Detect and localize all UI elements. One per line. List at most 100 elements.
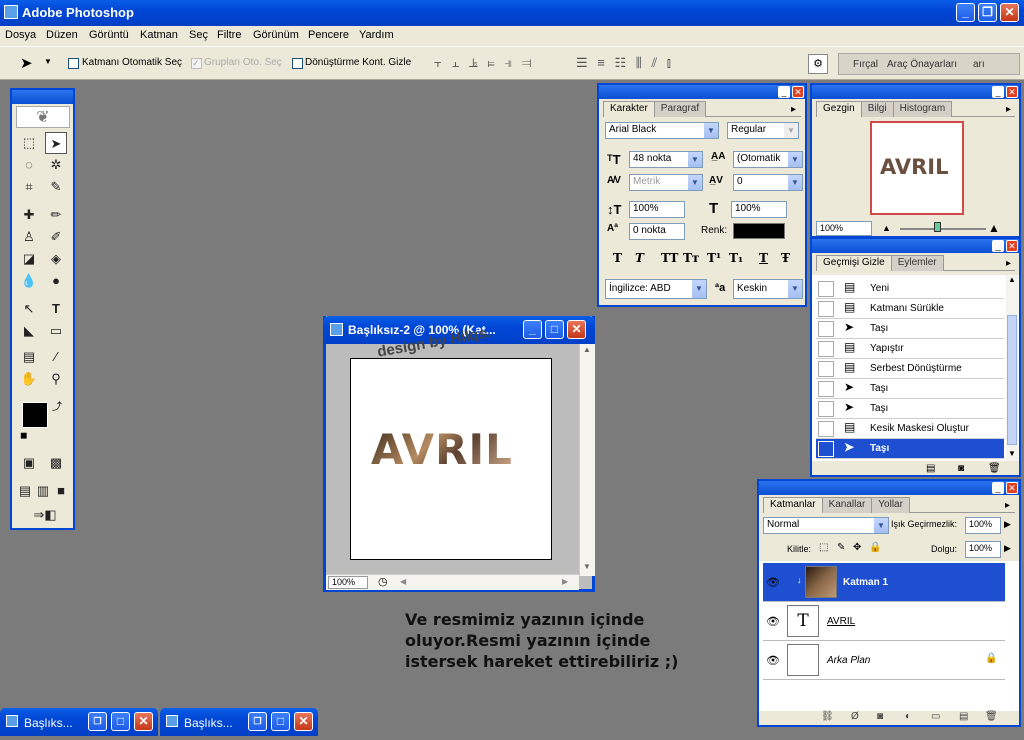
new-document-from-state-icon[interactable]: ▤ [926, 463, 935, 474]
auto-select-checkbox[interactable] [68, 58, 79, 69]
small-caps-button[interactable]: Tт [683, 251, 699, 265]
faux-bold-button[interactable]: T [613, 251, 622, 265]
doc-maximize-button[interactable]: □ [545, 320, 564, 339]
zoom-slider-thumb[interactable] [934, 222, 941, 232]
clone-stamp-icon[interactable]: ♙ [18, 226, 40, 248]
new-group-icon[interactable]: ▭ [931, 711, 940, 722]
strikethrough-button[interactable]: Ŧ [781, 251, 790, 265]
layer-row[interactable]: 👁 T AVRIL [763, 602, 1005, 641]
text-color-swatch[interactable] [733, 223, 785, 239]
lock-pixels-icon[interactable]: ✎ [837, 542, 845, 553]
foreground-color-swatch[interactable] [22, 402, 48, 428]
adjustment-layer-icon[interactable]: ◐ [905, 711, 911, 722]
blend-mode-select[interactable]: Normal ▼ [763, 517, 889, 534]
kerning-select[interactable]: Metrik ▼ [629, 174, 703, 191]
well-tab-other[interactable]: arı [973, 59, 985, 70]
doc-zoom-field[interactable]: 100% [328, 576, 368, 589]
tab-katmanlar[interactable]: Katmanlar [763, 497, 823, 513]
restore-button[interactable]: ❐ [978, 3, 997, 22]
menu-goruntu[interactable]: Görüntü [89, 29, 129, 41]
vertical-scrollbar[interactable]: ▲ ▼ [579, 344, 595, 576]
all-caps-button[interactable]: TT [661, 251, 678, 265]
menu-dosya[interactable]: Dosya [5, 29, 36, 41]
crop-tool-icon[interactable]: ⌗ [18, 176, 40, 198]
vertical-scale-field[interactable]: 100% [629, 201, 685, 218]
move-tool-icon[interactable]: ➤ [45, 132, 67, 154]
subscript-button[interactable]: T₁ [729, 251, 743, 265]
swap-colors-icon[interactable]: ⤴ [52, 398, 62, 413]
tab-histogram[interactable]: Histogram [892, 101, 953, 117]
history-close-button[interactable]: ✕ [1006, 240, 1018, 252]
history-item[interactable]: ➤ Taşı [816, 379, 1004, 399]
slice-tool-icon[interactable]: ✎ [45, 176, 67, 198]
brush-tool-icon[interactable]: ✏ [45, 204, 67, 226]
navigator-preview[interactable]: AVRIL [870, 121, 964, 215]
new-snapshot-icon[interactable]: ◙ [958, 463, 964, 474]
doc-minimize-button[interactable]: _ [523, 320, 542, 339]
distribute-icons[interactable]: ☰ ≡ ☷ ⫼ ⫽ ⫾ [576, 55, 674, 71]
anti-alias-select[interactable]: Keskin ▼ [733, 279, 803, 299]
navigator-zoom-slider[interactable] [900, 228, 986, 230]
restore-button[interactable]: ❐ [88, 712, 107, 731]
history-brush-icon[interactable]: ✐ [45, 226, 67, 248]
layers-menu-icon[interactable]: ▸ [1005, 500, 1010, 511]
scroll-up-icon[interactable]: ▲ [583, 345, 591, 354]
close-button[interactable]: ✕ [1000, 3, 1019, 22]
superscript-button[interactable]: T¹ [707, 251, 721, 265]
tab-eylemler[interactable]: Eylemler [890, 255, 944, 271]
history-scroll-thumb[interactable] [1007, 315, 1017, 445]
font-family-select[interactable]: Arial Black ▼ [605, 122, 719, 139]
character-minimize-button[interactable]: _ [778, 86, 790, 98]
horizontal-scale-field[interactable]: 100% [731, 201, 787, 218]
tool-preset-dropdown[interactable]: ▼ [44, 57, 52, 66]
menu-katman[interactable]: Katman [140, 29, 178, 41]
navigator-menu-icon[interactable]: ▸ [1006, 104, 1011, 115]
opacity-arrow-icon[interactable]: ▶ [1004, 519, 1011, 530]
layer-style-icon[interactable]: Ø [851, 711, 859, 722]
transform-checkbox[interactable] [292, 58, 303, 69]
scroll-down-icon[interactable]: ▼ [583, 562, 591, 571]
close-button[interactable]: ✕ [294, 712, 313, 731]
eye-icon[interactable]: 👁 [766, 576, 780, 589]
layers-close-button[interactable]: ✕ [1006, 482, 1018, 494]
tab-karakter[interactable]: Karakter [603, 101, 655, 117]
history-item[interactable]: ➤ Taşı [816, 399, 1004, 419]
path-select-icon[interactable]: ↖ [18, 298, 40, 320]
scroll-left-icon[interactable]: ◀ [400, 577, 406, 586]
lock-position-icon[interactable]: ✥ [853, 542, 861, 553]
maximize-button[interactable]: □ [111, 712, 130, 731]
menu-pencere[interactable]: Pencere [308, 29, 349, 41]
menu-filtre[interactable]: Filtre [217, 29, 241, 41]
lock-transparency-icon[interactable]: ⬚ [819, 542, 828, 553]
status-menu-icon[interactable]: ◷ [378, 575, 388, 588]
tab-gecmis[interactable]: Geçmişi Gizle [816, 255, 892, 271]
move-tool-icon[interactable]: ➤ [20, 54, 33, 72]
well-tab-presets[interactable]: Araç Önayarları [887, 59, 957, 70]
eyedropper-icon[interactable]: ⁄ [45, 346, 67, 368]
fill-arrow-icon[interactable]: ▶ [1004, 543, 1011, 554]
marquee-tool-icon[interactable]: ⬚ [18, 132, 40, 154]
workspace-icon[interactable]: ⚙ [808, 54, 828, 74]
minimize-button[interactable]: _ [956, 3, 975, 22]
navigator-close-button[interactable]: ✕ [1006, 86, 1018, 98]
scroll-up-icon[interactable]: ▲ [1008, 275, 1016, 284]
font-size-select[interactable]: 48 nokta ▼ [629, 151, 703, 168]
layers-minimize-button[interactable]: _ [992, 482, 1004, 494]
history-item[interactable]: ▤ Serbest Dönüştürme [816, 359, 1004, 379]
menu-duzen[interactable]: Düzen [46, 29, 78, 41]
delete-layer-icon[interactable]: 🗑 [985, 711, 998, 722]
doc-close-button[interactable]: ✕ [567, 320, 586, 339]
notes-tool-icon[interactable]: ▤ [18, 346, 40, 368]
language-select[interactable]: İngilizce: ABD ▼ [605, 279, 707, 299]
eye-icon[interactable]: 👁 [766, 654, 780, 667]
history-item[interactable]: ▤ Yeni [816, 279, 1004, 299]
well-tab-brushes[interactable]: Fırçal [853, 59, 878, 70]
maximize-button[interactable]: □ [271, 712, 290, 731]
history-item[interactable]: ▤ Yapıştır [816, 339, 1004, 359]
history-item-selected[interactable]: ➤ Taşı [816, 439, 1004, 459]
zoom-tool-icon[interactable]: ⚲ [45, 368, 67, 390]
minimized-doc-2[interactable]: Başlıks... ❐ □ ✕ [160, 708, 318, 736]
underline-button[interactable]: T [759, 251, 768, 265]
history-item[interactable]: ➤ Taşı [816, 319, 1004, 339]
baseline-shift-field[interactable]: 0 nokta [629, 223, 685, 240]
